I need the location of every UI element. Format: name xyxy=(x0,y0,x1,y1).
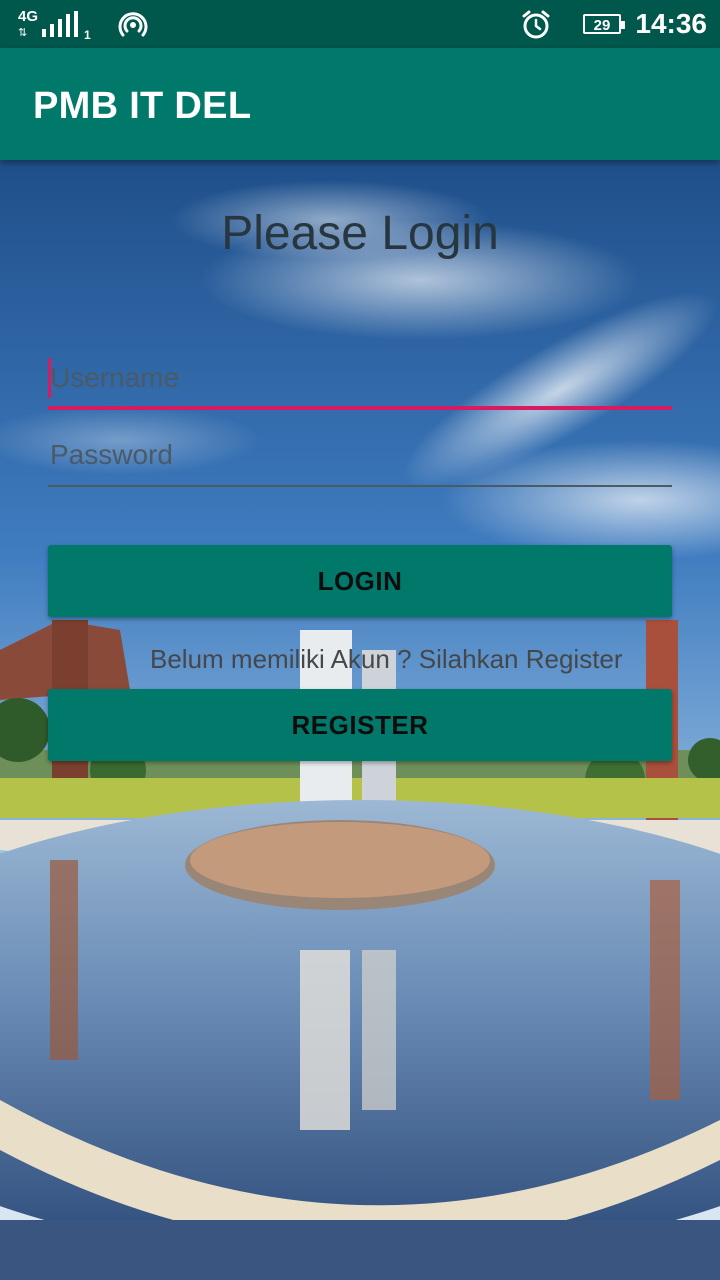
page-title: Please Login xyxy=(221,207,499,260)
hotspot-icon xyxy=(118,12,148,37)
app-bar: PMB IT DEL xyxy=(0,48,720,160)
username-underline xyxy=(48,406,672,410)
alarm-icon xyxy=(522,10,550,39)
register-hint-text: Belum memiliki Akun ? Silahkan Register xyxy=(150,644,623,674)
password-underline xyxy=(48,485,672,487)
password-field-container xyxy=(48,427,672,487)
signal-icon xyxy=(42,11,82,37)
data-arrows-icon: ⇅ xyxy=(18,27,27,39)
app-title: PMB IT DEL xyxy=(33,85,252,127)
status-bar: 4G ⇅ 1 29 14:36 xyxy=(0,0,720,48)
login-button[interactable]: LOGIN xyxy=(48,545,672,617)
battery-icon: 29 xyxy=(583,14,625,34)
username-input[interactable] xyxy=(48,350,672,406)
sim-slot-label: 1 xyxy=(84,28,91,42)
network-type-label: 4G xyxy=(18,8,39,25)
register-button[interactable]: REGISTER xyxy=(48,689,672,761)
password-input[interactable] xyxy=(48,427,672,483)
status-time: 14:36 xyxy=(635,8,707,39)
text-cursor xyxy=(48,358,51,398)
username-field-container xyxy=(48,350,672,410)
